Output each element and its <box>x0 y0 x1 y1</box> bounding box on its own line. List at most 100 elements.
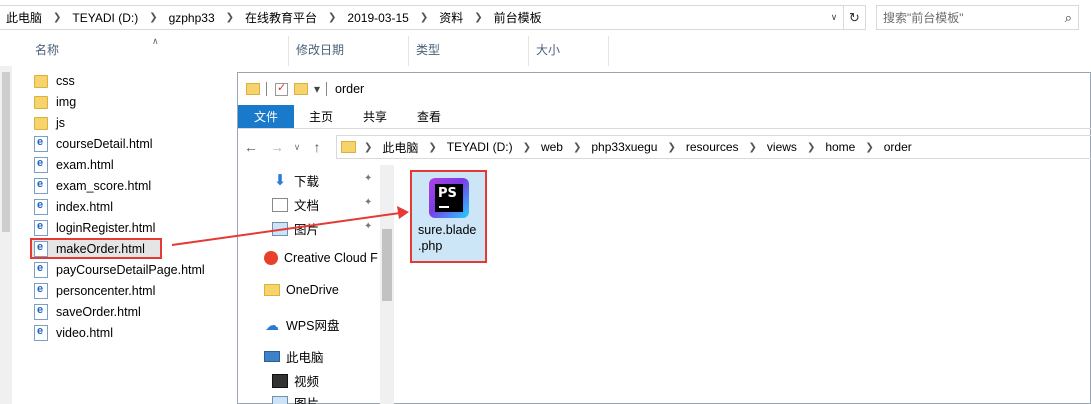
nav-item-this-pc[interactable]: 此电脑 <box>264 347 324 366</box>
nav-scrollbar[interactable] <box>380 165 394 404</box>
search-placeholder: 搜索"前台模板" <box>883 11 964 25</box>
left-scrollbar[interactable] <box>0 66 12 404</box>
list-item[interactable]: css <box>30 70 240 91</box>
file-name: index.html <box>56 199 113 214</box>
breadcrumb-materials[interactable]: 资料 <box>439 9 463 26</box>
html-file-icon <box>34 282 48 299</box>
breadcrumb-chevron-icon: ❯ <box>328 12 337 23</box>
file-name: video.html <box>56 325 113 340</box>
breadcrumb-gzphp33[interactable]: gzphp33 <box>169 11 215 25</box>
list-item-highlighted[interactable]: makeOrder.html <box>30 238 162 259</box>
address-dropdown-icon[interactable]: ∨ <box>825 12 843 23</box>
pin-icon[interactable]: ✦ <box>364 197 372 208</box>
file-tile-sure-blade[interactable]: PS sure.blade .php <box>410 170 487 263</box>
breadcrumb-this-pc[interactable]: 此电脑 <box>382 139 418 156</box>
computer-icon <box>264 351 280 362</box>
ribbon-tabs: 文件 主页 共享 查看 <box>238 105 1091 129</box>
search-input[interactable]: 搜索"前台模板" ⌕ <box>876 5 1079 30</box>
breadcrumb-chevron-icon: ❯ <box>474 12 483 23</box>
list-item[interactable]: js <box>30 112 240 133</box>
breadcrumb-views[interactable]: views <box>767 140 797 154</box>
outer-breadcrumb[interactable]: 此电脑 ❯ TEYADI (D:) ❯ gzphp33 ❯ 在线教育平台 ❯ 2… <box>0 5 866 30</box>
list-item[interactable]: index.html <box>30 196 240 217</box>
html-file-icon <box>34 240 48 257</box>
nav-label: 此电脑 <box>286 351 324 365</box>
recent-dropdown-icon[interactable]: ∨ <box>290 142 304 153</box>
tab-view[interactable]: 查看 <box>402 105 456 128</box>
folder-icon <box>34 95 48 109</box>
nav-item-creative-cloud[interactable]: Creative Cloud F <box>264 251 378 265</box>
breadcrumb-order[interactable]: order <box>884 140 912 154</box>
pin-icon[interactable]: ✦ <box>364 173 372 184</box>
new-folder-icon[interactable] <box>294 83 308 95</box>
folder-icon <box>341 141 356 153</box>
customize-toolbar-icon[interactable]: ▾ <box>314 82 320 96</box>
window-title: order <box>335 82 365 96</box>
column-type[interactable]: 类型 <box>408 36 528 66</box>
creative-cloud-icon <box>264 251 278 265</box>
breadcrumb-chevron-icon: ❯ <box>572 141 582 153</box>
nav-label: Creative Cloud F <box>284 251 378 265</box>
breadcrumb-template[interactable]: 前台模板 <box>494 9 542 26</box>
outer-address-bar: 此电脑 ❯ TEYADI (D:) ❯ gzphp33 ❯ 在线教育平台 ❯ 2… <box>0 0 1091 36</box>
tab-share[interactable]: 共享 <box>348 105 402 128</box>
list-item[interactable]: personcenter.html <box>30 280 240 301</box>
cloud-icon: ☁ <box>265 316 279 333</box>
up-arrow-icon[interactable]: ↑ <box>304 139 330 155</box>
nav-item-onedrive[interactable]: OneDrive <box>264 283 339 297</box>
file-name: img <box>56 94 77 109</box>
breadcrumb-resources[interactable]: resources <box>686 140 739 154</box>
refresh-icon[interactable]: ↻ <box>843 6 865 29</box>
nav-item-videos[interactable]: 视频 <box>272 371 319 390</box>
list-item[interactable]: exam_score.html <box>30 175 240 196</box>
list-item[interactable]: courseDetail.html <box>30 133 240 154</box>
html-file-icon <box>34 324 48 341</box>
column-modified[interactable]: 修改日期 <box>288 36 408 66</box>
breadcrumb-this-pc[interactable]: 此电脑 <box>6 9 42 26</box>
list-item[interactable]: img <box>30 91 240 112</box>
nav-label: 下载 <box>294 175 320 189</box>
nav-item-pictures[interactable]: 图片 <box>272 219 319 238</box>
folder-icon <box>34 116 48 130</box>
nav-item-wps[interactable]: ☁ WPS网盘 <box>264 315 339 334</box>
breadcrumb-drive[interactable]: TEYADI (D:) <box>447 140 513 154</box>
file-name: exam_score.html <box>56 178 152 193</box>
nav-label: 图片 <box>294 397 320 404</box>
breadcrumb-project[interactable]: php33xuegu <box>591 140 657 154</box>
column-name[interactable]: 名称 <box>28 36 286 66</box>
phpstorm-icon: PS <box>429 178 469 218</box>
pin-icon[interactable]: ✦ <box>364 221 372 232</box>
list-item[interactable]: payCourseDetailPage.html <box>30 259 240 280</box>
column-size[interactable]: 大小 <box>528 36 608 66</box>
tab-file[interactable]: 文件 <box>238 105 294 128</box>
scrollbar-thumb[interactable] <box>2 72 10 232</box>
document-icon <box>272 197 288 212</box>
nav-item-pictures-2[interactable]: 图片 <box>272 393 319 404</box>
list-item[interactable]: saveOrder.html <box>30 301 240 322</box>
html-file-icon <box>34 135 48 152</box>
list-item[interactable]: exam.html <box>30 154 240 175</box>
breadcrumb-platform[interactable]: 在线教育平台 <box>245 9 317 26</box>
scrollbar-thumb[interactable] <box>382 229 392 301</box>
html-file-icon <box>34 156 48 173</box>
forward-arrow-icon[interactable]: → <box>264 139 290 155</box>
nav-item-documents[interactable]: 文档 <box>272 195 319 214</box>
logo-text: PS <box>438 186 457 201</box>
breadcrumb-drive[interactable]: TEYADI (D:) <box>72 11 138 25</box>
quick-access-toolbar: ▾ order <box>238 73 1091 105</box>
toolbar-divider <box>326 82 328 96</box>
nav-item-downloads[interactable]: ⬇ 下载 <box>272 171 319 190</box>
list-item[interactable]: video.html <box>30 322 240 343</box>
file-name-line2: .php <box>418 239 443 253</box>
breadcrumb-chevron-icon: ❯ <box>149 12 158 23</box>
list-item[interactable]: loginRegister.html <box>30 217 240 238</box>
breadcrumb-web[interactable]: web <box>541 140 563 154</box>
back-arrow-icon[interactable]: ← <box>238 139 264 155</box>
breadcrumb-date[interactable]: 2019-03-15 <box>347 11 408 25</box>
search-icon[interactable]: ⌕ <box>1065 10 1072 26</box>
tab-home[interactable]: 主页 <box>294 105 348 128</box>
breadcrumb-chevron-icon: ❯ <box>522 141 531 153</box>
breadcrumb-home[interactable]: home <box>825 140 855 154</box>
properties-check-icon[interactable] <box>275 81 288 96</box>
inner-breadcrumb[interactable]: ❯ 此电脑 ❯ TEYADI (D:) ❯ web ❯ php33xuegu ❯… <box>336 135 1091 159</box>
